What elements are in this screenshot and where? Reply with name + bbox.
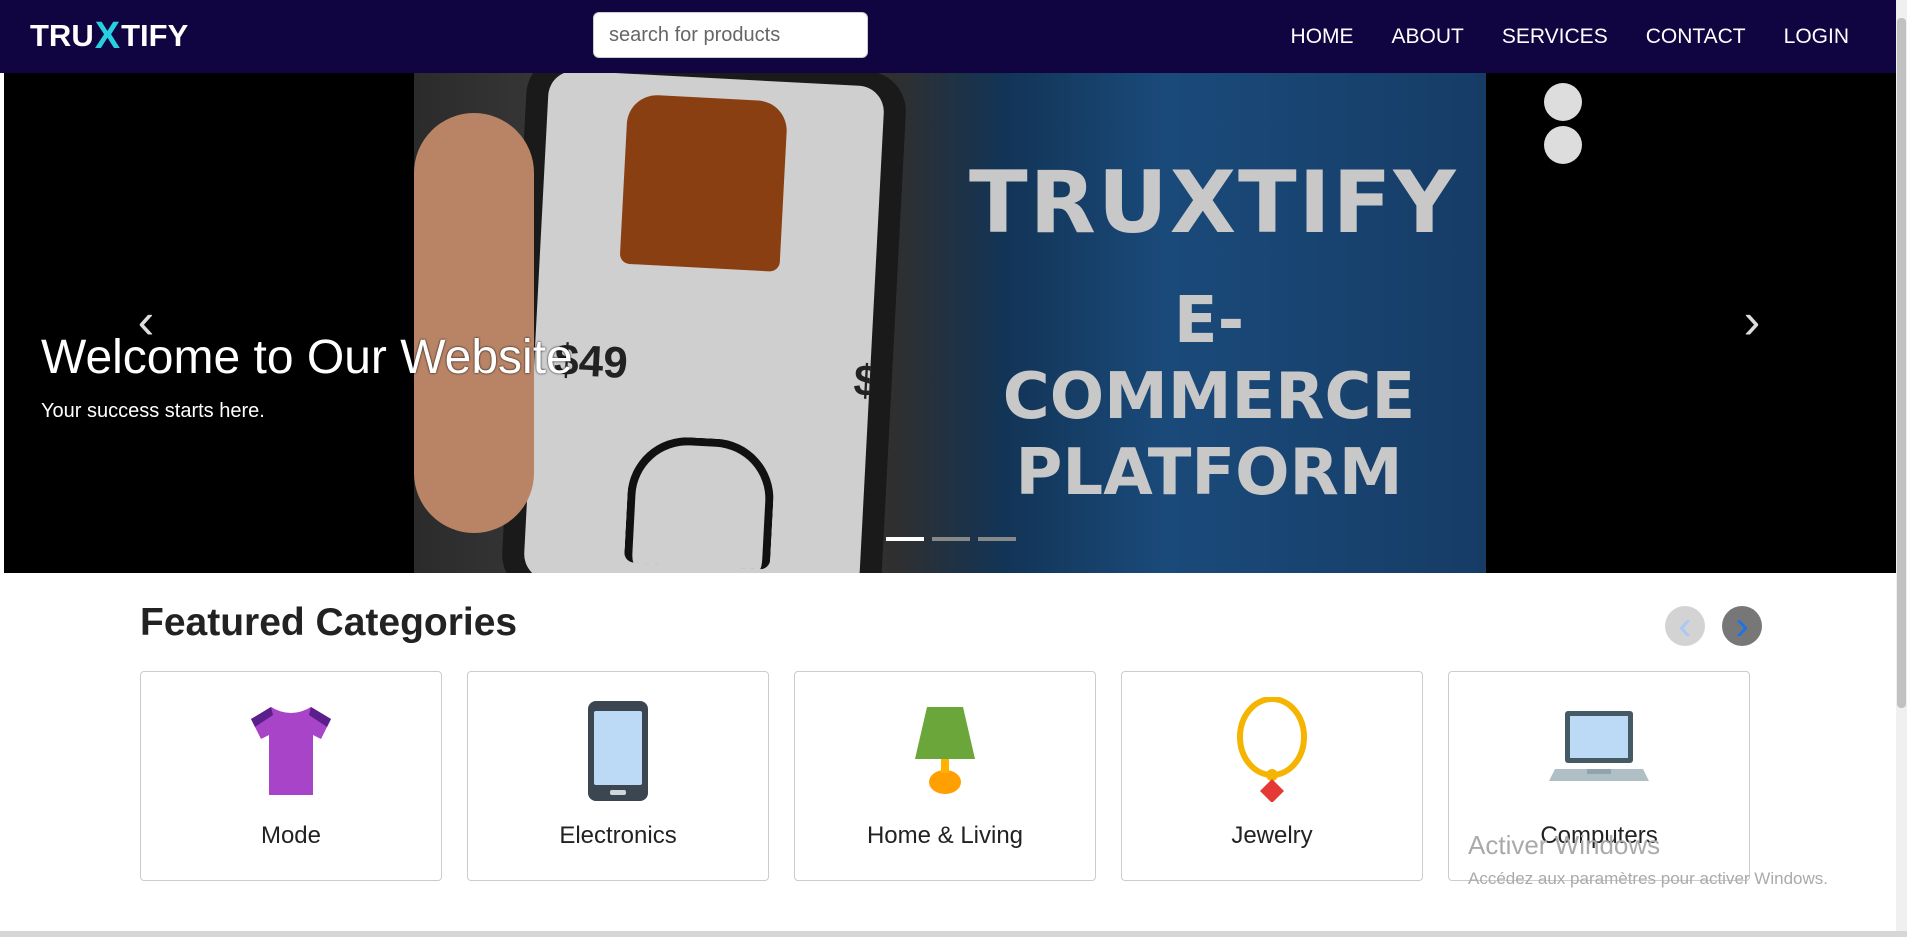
logo-x: X	[94, 15, 121, 57]
category-card-mode[interactable]: Mode	[140, 671, 442, 881]
sweater-illustration	[619, 93, 789, 272]
tshirt-icon	[251, 707, 331, 795]
image-dots	[1544, 83, 1616, 169]
navbar: TRUXTIFY HOME ABOUT SERVICES CONTACT LOG…	[0, 0, 1896, 73]
carousel-indicator-3[interactable]	[978, 537, 1016, 541]
carousel-indicator-1[interactable]	[886, 537, 924, 541]
category-label: Jewelry	[1231, 822, 1313, 849]
hand-illustration	[414, 113, 534, 533]
nav-link-about[interactable]: ABOUT	[1392, 25, 1464, 49]
chevron-right-icon: ›	[1735, 603, 1749, 648]
logo-text-right: TIFY	[121, 18, 189, 53]
logo[interactable]: TRU X TIFY	[30, 15, 189, 57]
image-line-2: PLATFORM	[1015, 436, 1403, 510]
nav-link-contact[interactable]: CONTACT	[1646, 25, 1746, 49]
category-card-electronics[interactable]: Electronics	[467, 671, 769, 881]
lamp-icon	[915, 707, 975, 794]
category-label: Mode	[260, 822, 322, 849]
logo-text-left: TRU	[30, 18, 94, 53]
hero-title: Welcome to Our Website	[41, 331, 573, 384]
watermark-subtitle: Accédez aux paramètres pour activer Wind…	[1468, 869, 1828, 888]
watermark-title: Activer Windows	[1468, 830, 1661, 860]
laptop-icon	[1549, 711, 1649, 781]
image-line-1: E-COMMERCE	[1002, 284, 1416, 434]
phone-screen: $49 $2	[522, 73, 886, 573]
bottom-edge	[0, 931, 1907, 937]
hero-image: $49 $2 TRUXTIFY E-COMMERCE PLATFORM	[414, 73, 1582, 573]
carousel-indicator-2[interactable]	[932, 537, 970, 541]
windows-activation-watermark: Activer Windows Accédez aux paramètres p…	[1468, 830, 1828, 889]
chevron-left-icon: ‹	[137, 293, 155, 349]
chevron-right-icon: ›	[1743, 293, 1761, 349]
vertical-scrollbar[interactable]	[1896, 0, 1907, 937]
category-card-jewelry[interactable]: Jewelry	[1121, 671, 1423, 881]
categories-next-button[interactable]: ›	[1722, 603, 1762, 648]
carousel-prev-button[interactable]: ‹	[126, 296, 166, 346]
category-card-home-living[interactable]: Home & Living	[794, 671, 1096, 881]
featured-categories-title: Featured Categories	[140, 601, 518, 644]
chevron-left-icon: ‹	[1678, 603, 1692, 648]
phone-illustration: $49 $2	[500, 73, 908, 573]
image-price-2: $2	[852, 355, 886, 408]
scrollbar-thumb[interactable]	[1897, 18, 1906, 708]
image-brand-text: TRUXTIFY E-COMMERCE PLATFORM	[969, 153, 1458, 511]
nav-link-login[interactable]: LOGIN	[1784, 25, 1849, 49]
bag-illustration	[623, 434, 777, 570]
carousel-next-button[interactable]: ›	[1732, 296, 1772, 346]
hero-carousel: $49 $2 TRUXTIFY E-COMMERCE PLATFORM Welc…	[4, 73, 1896, 573]
carousel-indicators	[886, 537, 1016, 541]
search-input[interactable]	[593, 12, 868, 58]
phone-icon	[588, 701, 648, 801]
nav-link-home[interactable]: HOME	[1291, 25, 1354, 49]
nav-link-services[interactable]: SERVICES	[1502, 25, 1608, 49]
category-label: Home & Living	[866, 822, 1024, 849]
category-label: Electronics	[559, 822, 677, 849]
categories-prev-button[interactable]: ‹	[1665, 603, 1705, 648]
hero-subtitle: Your success starts here.	[41, 400, 265, 422]
necklace-icon	[1237, 697, 1307, 802]
image-brand: TRUXTIFY	[969, 153, 1458, 253]
nav-links: HOME ABOUT SERVICES CONTACT LOGIN	[1291, 0, 1849, 73]
